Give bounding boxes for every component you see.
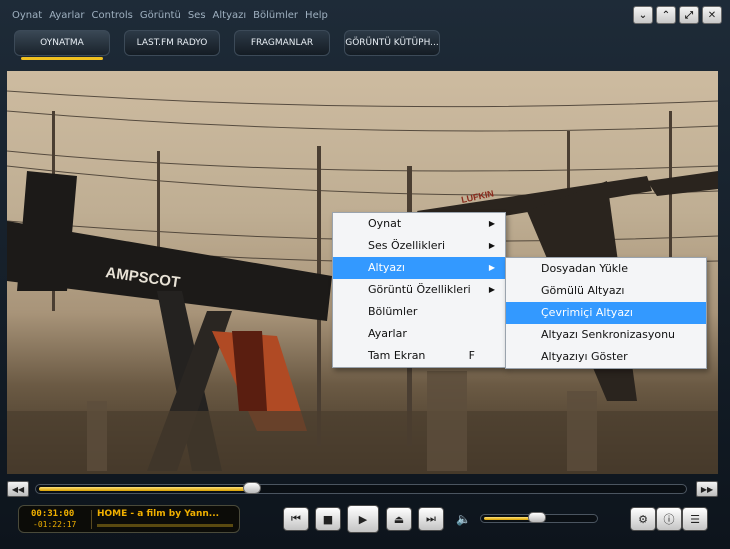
- menu-item-label: Bölümler: [368, 305, 418, 318]
- menu-item-label: Ses Özellikleri: [368, 239, 446, 252]
- context-menu: Oynat ▶ Ses Özellikleri ▶ Altyazı ▶ Görüntü…: [332, 212, 506, 368]
- window-controls: ⌄ ⌃ ⤢ ✕: [633, 6, 722, 24]
- info-button[interactable]: ⓘ: [656, 507, 682, 531]
- submenu-item-altyazi-senkronizasyonu[interactable]: Altyazı Senkronizasyonu: [506, 324, 706, 346]
- menu-oynat[interactable]: Oynat: [12, 10, 42, 26]
- menu-item-label: Ayarlar: [368, 327, 407, 340]
- tab-bar: OYNATMA LAST.FM RADYO FRAGMANLAR GÖRÜNTÜ…: [14, 30, 440, 60]
- submenu-arrow-icon: ▶: [488, 285, 495, 294]
- menu-item-label: Tam Ekran: [368, 349, 426, 362]
- volume-icon[interactable]: 🔈: [456, 512, 471, 526]
- elapsed-time: 00:31:00: [31, 509, 75, 519]
- playlist-button[interactable]: ☰: [682, 507, 708, 531]
- context-menu-item-ayarlar[interactable]: Ayarlar: [333, 323, 505, 345]
- menu-help[interactable]: Help: [305, 10, 328, 26]
- now-playing-title: HOME - a film by Yann...: [97, 509, 220, 519]
- menu-ses[interactable]: Ses: [188, 10, 206, 26]
- submenu-item-dosyadan-yukle[interactable]: Dosyadan Yükle: [506, 258, 706, 280]
- info-icon: ⓘ: [663, 513, 675, 526]
- close-button[interactable]: ✕: [702, 6, 722, 24]
- submenu-arrow-icon: ▶: [488, 263, 495, 272]
- next-button[interactable]: ⏭: [418, 507, 444, 531]
- menu-item-label: Görüntü Özellikleri: [368, 283, 471, 296]
- lcd-underline: [97, 524, 233, 527]
- remaining-time: -01:22:17: [33, 520, 77, 529]
- seek-thumb[interactable]: [242, 482, 261, 494]
- menu-goruntu[interactable]: Görüntü: [140, 10, 181, 26]
- context-menu-item-goruntu-ozellikleri[interactable]: Görüntü Özellikleri ▶: [333, 279, 505, 301]
- context-menu-item-oynat[interactable]: Oynat ▶: [333, 213, 505, 235]
- seek-slider[interactable]: [35, 482, 687, 494]
- previous-button[interactable]: ⏮: [283, 507, 309, 531]
- context-menu-item-tam-ekran[interactable]: Tam Ekran F: [333, 345, 505, 367]
- menu-item-label: Altyazı: [368, 261, 405, 274]
- collapse-button[interactable]: ⌄: [633, 6, 653, 24]
- submenu-arrow-icon: ▶: [488, 241, 495, 250]
- play-icon: ▶: [358, 512, 368, 526]
- volume-thumb[interactable]: [527, 512, 546, 523]
- tab-goruntu-kutuphanesi[interactable]: GÖRÜNTÜ KÜTÜPH...: [344, 30, 440, 56]
- lcd-divider: [91, 510, 92, 529]
- media-player-window: Oynat Ayarlar Controls Görüntü Ses Altya…: [0, 0, 730, 549]
- next-icon: ⏭: [426, 512, 436, 525]
- submenu-item-altyaziyi-goster[interactable]: Altyazıyı Göster: [506, 346, 706, 368]
- lcd-display: 00:31:00 -01:22:17 HOME - a film by Yann…: [18, 505, 240, 533]
- menu-ayarlar[interactable]: Ayarlar: [49, 10, 84, 26]
- submenu-item-gomulu-altyazi[interactable]: Gömülü Altyazı: [506, 280, 706, 302]
- eject-button[interactable]: ⏏: [386, 507, 412, 531]
- previous-icon: ⏮: [291, 512, 301, 525]
- settings-button[interactable]: ⚙: [630, 507, 656, 531]
- menu-item-label: Oynat: [368, 217, 402, 230]
- tab-oynatma[interactable]: OYNATMA: [14, 30, 110, 60]
- tab-lastfm-radyo[interactable]: LAST.FM RADYO: [124, 30, 220, 56]
- seek-bar-row: ◀◀ ▶▶: [7, 481, 718, 499]
- submenu-item-cevrimici-altyazi[interactable]: Çevrimiçi Altyazı: [506, 302, 706, 324]
- seek-forward-button[interactable]: ▶▶: [696, 481, 718, 497]
- stop-button[interactable]: ■: [315, 507, 341, 531]
- context-menu-item-bolumler[interactable]: Bölümler: [333, 301, 505, 323]
- seek-back-button[interactable]: ◀◀: [7, 481, 29, 497]
- expand-button[interactable]: ⌃: [656, 6, 676, 24]
- playlist-icon: ☰: [690, 512, 700, 526]
- menu-bolumler[interactable]: Bölümler: [253, 10, 298, 26]
- stop-icon: ■: [322, 512, 334, 526]
- context-menu-item-altyazi[interactable]: Altyazı ▶: [333, 257, 505, 279]
- eject-icon: ⏏: [393, 512, 405, 526]
- play-button[interactable]: ▶: [347, 505, 379, 533]
- volume-slider[interactable]: [480, 512, 598, 523]
- context-menu-item-ses-ozellikleri[interactable]: Ses Özellikleri ▶: [333, 235, 505, 257]
- restore-button[interactable]: ⤢: [679, 6, 699, 24]
- seek-progress-fill: [39, 487, 252, 491]
- tab-fragmanlar[interactable]: FRAGMANLAR: [234, 30, 330, 56]
- shortcut-label: F: [468, 349, 475, 362]
- subtitle-submenu: Dosyadan Yükle Gömülü Altyazı Çevrimiçi …: [505, 257, 707, 369]
- menu-altyazi[interactable]: Altyazı: [213, 10, 247, 26]
- submenu-arrow-icon: ▶: [488, 219, 495, 228]
- menu-bar: Oynat Ayarlar Controls Görüntü Ses Altya…: [12, 10, 328, 26]
- gear-icon: ⚙: [638, 512, 648, 526]
- menu-controls[interactable]: Controls: [92, 10, 133, 26]
